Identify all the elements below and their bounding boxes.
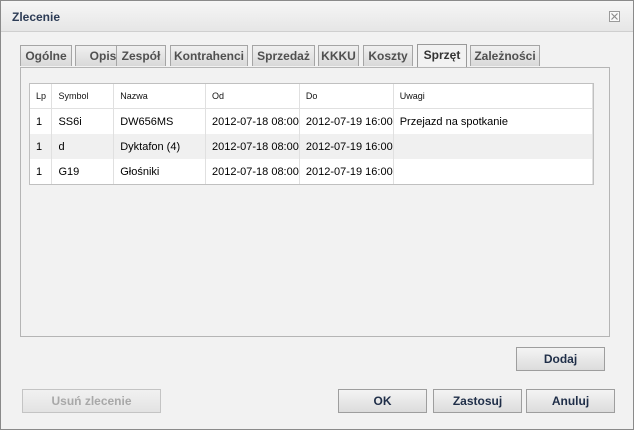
cell-symbol: G19 <box>51 159 115 184</box>
cell-lp: 1 <box>30 108 53 134</box>
table-header: Lp Symbol Nazwa Od Do Uwagi <box>30 84 593 109</box>
column-header-lp[interactable]: Lp <box>30 84 53 109</box>
equipment-panel: Lp Symbol Nazwa Od Do Uwagi 1 SS6i DW656… <box>20 67 610 337</box>
tab-kkku[interactable]: KKKU <box>318 45 359 66</box>
cell-nazwa: DW656MS <box>113 108 206 134</box>
tab-kontrahenci[interactable]: Kontrahenci <box>170 45 248 66</box>
cell-symbol: d <box>51 134 115 159</box>
add-button[interactable]: Dodaj <box>516 347 605 371</box>
tab-ogolne[interactable]: Ogólne <box>20 45 72 66</box>
cell-uwagi <box>393 159 593 184</box>
title-bar: Zlecenie <box>1 1 633 32</box>
cell-do: 2012-07-19 16:00 <box>299 108 394 134</box>
column-header-od[interactable]: Od <box>205 84 300 109</box>
cell-od: 2012-07-18 08:00 <box>205 108 300 134</box>
column-header-symbol[interactable]: Symbol <box>51 84 115 109</box>
cell-uwagi <box>393 134 593 159</box>
table-row[interactable]: 1 G19 Głośniki 2012-07-18 08:00 2012-07-… <box>30 159 593 184</box>
equipment-table: Lp Symbol Nazwa Od Do Uwagi 1 SS6i DW656… <box>29 83 594 185</box>
tab-sprzet[interactable]: Sprzęt <box>417 44 467 67</box>
window-title: Zlecenie <box>12 10 61 24</box>
close-icon <box>611 13 618 20</box>
column-header-nazwa[interactable]: Nazwa <box>113 84 206 109</box>
tab-zaleznosci[interactable]: Zależności <box>470 45 540 66</box>
cancel-button[interactable]: Anuluj <box>526 389 615 413</box>
table-row[interactable]: 1 SS6i DW656MS 2012-07-18 08:00 2012-07-… <box>30 108 593 134</box>
column-header-do[interactable]: Do <box>299 84 394 109</box>
cell-do: 2012-07-19 16:00 <box>299 159 394 184</box>
cell-do: 2012-07-19 16:00 <box>299 134 394 159</box>
column-header-uwagi[interactable]: Uwagi <box>393 84 593 109</box>
cell-symbol: SS6i <box>51 108 115 134</box>
cell-od: 2012-07-18 08:00 <box>205 134 300 159</box>
cell-lp: 1 <box>30 159 53 184</box>
delete-order-button[interactable]: Usuń zlecenie <box>22 389 161 413</box>
cell-lp: 1 <box>30 134 53 159</box>
cell-nazwa: Dyktafon (4) <box>113 134 206 159</box>
dialog-window: Zlecenie Ogólne Opis Zespół Kontrahenci … <box>0 0 634 430</box>
cell-nazwa: Głośniki <box>113 159 206 184</box>
cell-uwagi: Przejazd na spotkanie <box>393 108 593 134</box>
tab-sprzedaz[interactable]: Sprzedaż <box>252 45 315 66</box>
apply-button[interactable]: Zastosuj <box>433 389 522 413</box>
cell-od: 2012-07-18 08:00 <box>205 159 300 184</box>
close-button[interactable] <box>609 11 620 22</box>
tab-zespol[interactable]: Zespół <box>116 45 166 66</box>
ok-button[interactable]: OK <box>338 389 427 413</box>
table-row[interactable]: 1 d Dyktafon (4) 2012-07-18 08:00 2012-0… <box>30 134 593 159</box>
tab-koszty[interactable]: Koszty <box>363 45 413 66</box>
